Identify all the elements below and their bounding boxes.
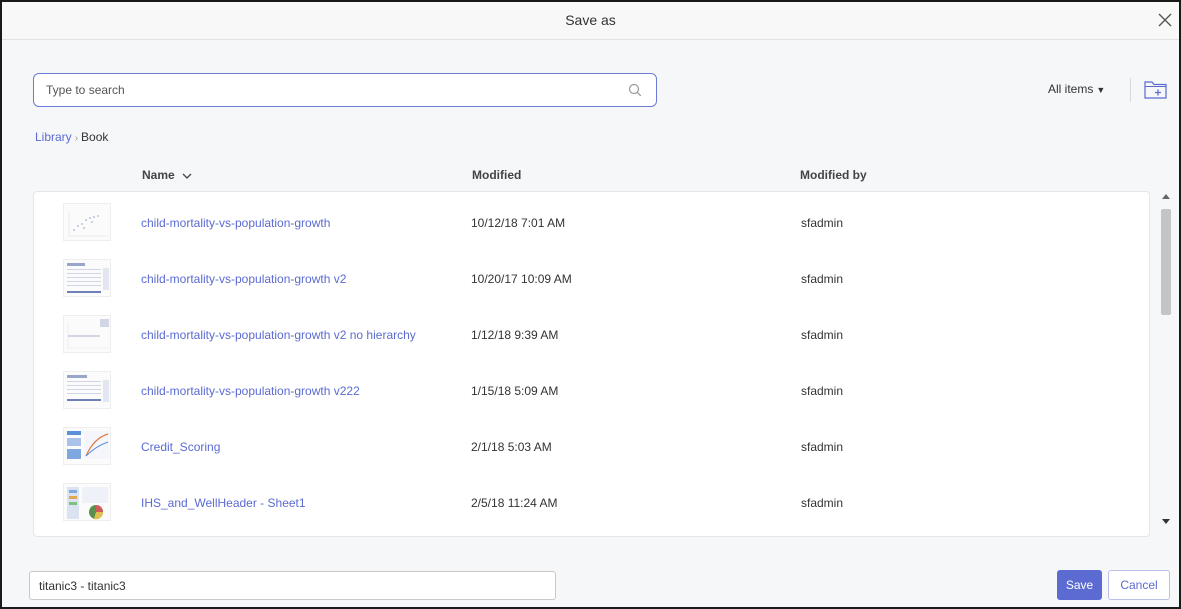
file-name-link[interactable]: IHS_and_WellHeader - Sheet1 bbox=[141, 496, 306, 510]
modified-date: 10/12/18 7:01 AM bbox=[471, 216, 566, 230]
cancel-button[interactable]: Cancel bbox=[1108, 570, 1170, 600]
search-icon[interactable] bbox=[628, 83, 642, 97]
thumbnail bbox=[63, 259, 111, 297]
file-name-link[interactable]: child-mortality-vs-population-growth v2 … bbox=[141, 328, 416, 342]
thumbnail bbox=[63, 203, 111, 241]
modified-by: sfadmin bbox=[801, 216, 844, 230]
modified-by: sfadmin bbox=[801, 272, 844, 286]
filter-dropdown[interactable]: All items ▼ bbox=[1048, 82, 1105, 96]
list-item[interactable]: Credit_Scoring 2/1/18 5:03 AM sfadmin bbox=[34, 419, 1149, 475]
close-icon bbox=[1158, 13, 1172, 27]
scrollbar-thumb[interactable] bbox=[1161, 209, 1171, 315]
modified-date: 2/5/18 11:24 AM bbox=[471, 496, 558, 510]
modified-by: sfadmin bbox=[801, 384, 844, 398]
title-bar: Save as bbox=[2, 2, 1179, 40]
list-item[interactable]: child-mortality-vs-population-growth v2 … bbox=[34, 307, 1149, 363]
column-header-modified[interactable]: Modified bbox=[472, 168, 521, 182]
chevron-down-icon bbox=[182, 173, 192, 179]
filter-label: All items bbox=[1048, 82, 1094, 96]
file-name-link[interactable]: child-mortality-vs-population-growth v2 bbox=[141, 272, 346, 286]
file-name-link[interactable]: child-mortality-vs-population-growth v22… bbox=[141, 384, 360, 398]
modified-by: sfadmin bbox=[801, 328, 844, 342]
file-name-link[interactable]: child-mortality-vs-population-growth bbox=[141, 216, 330, 230]
breadcrumb-current: Book bbox=[81, 130, 109, 144]
list-item[interactable]: IHS_and_WellHeader - Sheet1 2/5/18 11:24… bbox=[34, 475, 1149, 531]
thumbnail bbox=[63, 483, 111, 521]
file-name-link[interactable]: Credit_Scoring bbox=[141, 440, 220, 454]
search-box[interactable] bbox=[33, 73, 657, 107]
file-list: child-mortality-vs-population-growth 10/… bbox=[33, 191, 1150, 537]
breadcrumb: Library › Book bbox=[35, 130, 108, 144]
thumbnail bbox=[63, 427, 111, 465]
caret-down-icon: ▼ bbox=[1096, 85, 1106, 95]
scroll-down-icon[interactable] bbox=[1162, 517, 1170, 525]
modified-date: 1/12/18 9:39 AM bbox=[471, 328, 559, 342]
toolbar-divider bbox=[1130, 78, 1131, 102]
breadcrumb-separator-icon: › bbox=[74, 133, 79, 144]
scroll-up-icon[interactable] bbox=[1162, 193, 1170, 201]
list-scrollbar[interactable] bbox=[1158, 191, 1174, 537]
column-header-name-label: Name bbox=[142, 168, 175, 182]
modified-date: 10/20/17 10:09 AM bbox=[471, 272, 572, 286]
column-header-name[interactable]: Name bbox=[142, 168, 192, 182]
new-folder-icon[interactable] bbox=[1143, 77, 1169, 101]
save-button[interactable]: Save bbox=[1057, 570, 1102, 600]
thumbnail bbox=[63, 371, 111, 409]
modified-date: 2/1/18 5:03 AM bbox=[471, 440, 552, 454]
modified-date: 1/15/18 5:09 AM bbox=[471, 384, 559, 398]
column-header-modified-by[interactable]: Modified by bbox=[800, 168, 867, 182]
modified-by: sfadmin bbox=[801, 496, 844, 510]
list-item[interactable]: child-mortality-vs-population-growth v2 … bbox=[34, 251, 1149, 307]
list-item[interactable]: child-mortality-vs-population-growth v22… bbox=[34, 363, 1149, 419]
thumbnail bbox=[63, 315, 111, 353]
file-name-input[interactable] bbox=[29, 571, 556, 600]
save-as-dialog: Save as All items▼ Library›Book Name Mod… bbox=[0, 0, 1181, 609]
dialog-title: Save as bbox=[565, 12, 616, 28]
modified-by: sfadmin bbox=[801, 440, 844, 454]
close-button[interactable] bbox=[1153, 8, 1177, 32]
list-item[interactable]: child-mortality-vs-population-growth 10/… bbox=[34, 195, 1149, 251]
breadcrumb-library[interactable]: Library bbox=[35, 130, 72, 144]
search-input[interactable] bbox=[46, 74, 606, 106]
